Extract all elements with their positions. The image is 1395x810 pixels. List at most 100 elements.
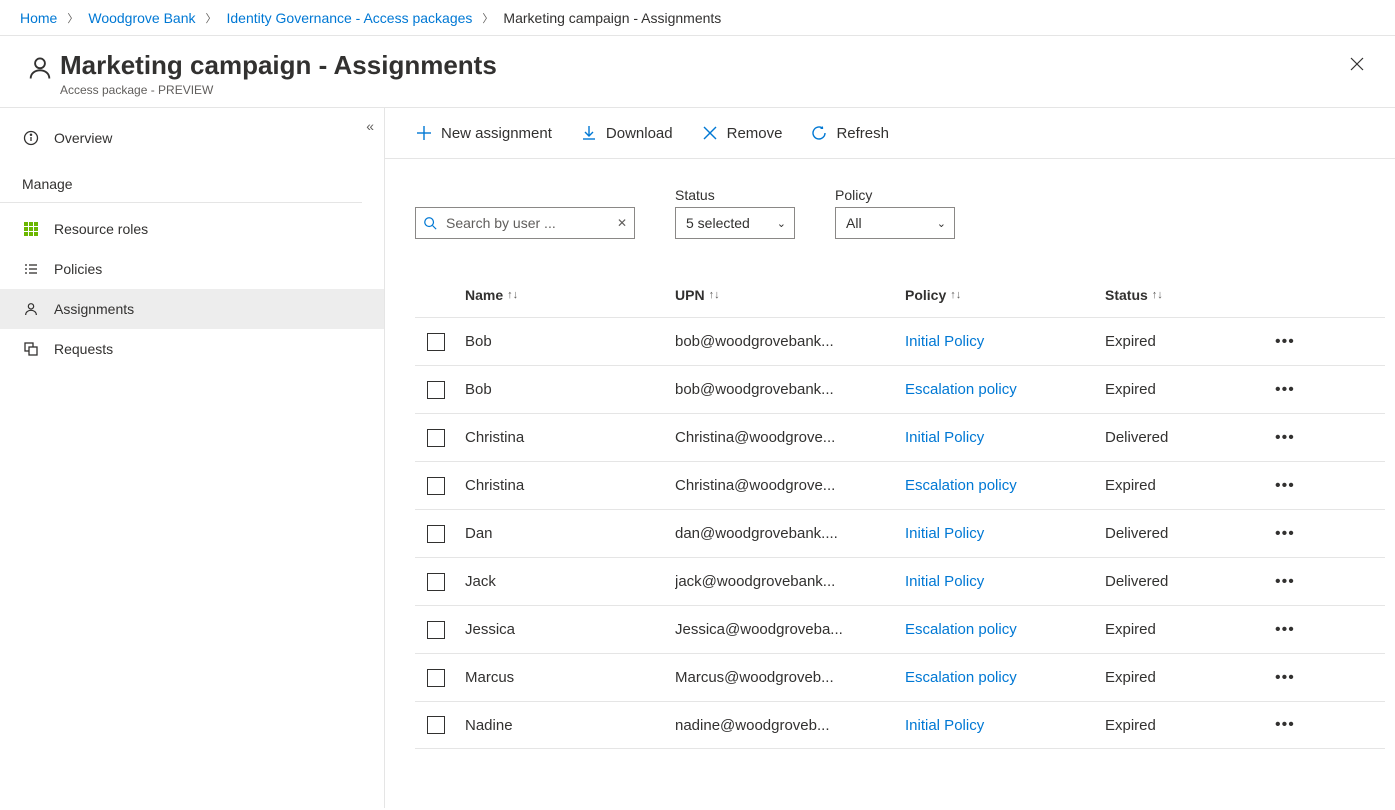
cell-policy-link[interactable]: Initial Policy <box>905 525 1105 542</box>
table-row: MarcusMarcus@woodgroveb...Escalation pol… <box>415 653 1385 701</box>
sort-icon: ↑↓ <box>507 289 518 301</box>
breadcrumb-governance[interactable]: Identity Governance - Access packages <box>227 10 473 26</box>
sidebar-item-resource-roles[interactable]: Resource roles <box>0 209 384 249</box>
cell-status: Expired <box>1105 381 1275 398</box>
table-row: Nadinenadine@woodgroveb...Initial Policy… <box>415 701 1385 749</box>
filter-bar: ✕ Status 5 selected ⌄ Policy All ⌄ <box>385 159 1395 249</box>
person-icon <box>26 54 54 82</box>
cell-policy-link[interactable]: Initial Policy <box>905 333 1105 350</box>
cell-upn: jack@woodgrovebank... <box>675 573 905 590</box>
sidebar-item-assignments[interactable]: Assignments <box>0 289 384 329</box>
chevron-right-icon: 〉 <box>206 10 217 26</box>
row-more-button[interactable]: ••• <box>1275 669 1335 687</box>
page-header: Marketing campaign - Assignments Access … <box>0 36 1395 108</box>
cell-policy-link[interactable]: Escalation policy <box>905 669 1105 686</box>
search-wrapper: ✕ <box>415 207 635 239</box>
cell-status: Expired <box>1105 477 1275 494</box>
new-assignment-button[interactable]: New assignment <box>415 124 552 142</box>
cell-upn: dan@woodgrovebank.... <box>675 525 905 542</box>
cell-upn: nadine@woodgroveb... <box>675 717 905 734</box>
row-checkbox[interactable] <box>427 669 445 687</box>
cell-policy-link[interactable]: Escalation policy <box>905 621 1105 638</box>
row-checkbox[interactable] <box>427 333 445 351</box>
page-title: Marketing campaign - Assignments <box>60 50 1339 81</box>
cell-name: Jessica <box>465 621 675 638</box>
table-row: ChristinaChristina@woodgrove...Initial P… <box>415 413 1385 461</box>
assignments-table: Name↑↓ UPN↑↓ Policy↑↓ Status↑↓ Bobbob@wo… <box>415 273 1385 749</box>
column-header-name[interactable]: Name↑↓ <box>465 287 675 303</box>
command-bar: New assignment Download Remove Refresh <box>385 108 1395 159</box>
chevron-right-icon: 〉 <box>482 10 493 26</box>
cell-policy-link[interactable]: Initial Policy <box>905 717 1105 734</box>
command-label: Download <box>606 125 673 142</box>
close-button[interactable] <box>1339 50 1375 78</box>
column-header-status[interactable]: Status↑↓ <box>1105 287 1275 303</box>
cell-status: Delivered <box>1105 525 1275 542</box>
row-more-button[interactable]: ••• <box>1275 381 1335 399</box>
cell-name: Christina <box>465 477 675 494</box>
row-more-button[interactable]: ••• <box>1275 477 1335 495</box>
cell-name: Jack <box>465 573 675 590</box>
sidebar-item-label: Requests <box>54 341 113 357</box>
row-more-button[interactable]: ••• <box>1275 429 1335 447</box>
cell-status: Expired <box>1105 669 1275 686</box>
cell-policy-link[interactable]: Initial Policy <box>905 429 1105 446</box>
breadcrumb-tenant[interactable]: Woodgrove Bank <box>88 10 195 26</box>
grid-icon <box>22 220 40 238</box>
row-checkbox[interactable] <box>427 477 445 495</box>
person-icon <box>22 300 40 318</box>
sidebar-item-requests[interactable]: Requests <box>0 329 384 369</box>
clear-search-button[interactable]: ✕ <box>617 216 627 230</box>
cell-upn: Christina@woodgrove... <box>675 429 905 446</box>
dropdown-value: 5 selected <box>686 215 750 231</box>
status-filter-dropdown[interactable]: 5 selected ⌄ <box>675 207 795 239</box>
remove-button[interactable]: Remove <box>701 124 783 142</box>
column-header-upn[interactable]: UPN↑↓ <box>675 287 905 303</box>
chevron-down-icon: ⌄ <box>937 217 946 230</box>
chevron-right-icon: 〉 <box>67 10 78 26</box>
download-button[interactable]: Download <box>580 124 673 142</box>
cell-policy-link[interactable]: Escalation policy <box>905 477 1105 494</box>
page-subtitle: Access package - PREVIEW <box>60 83 1339 97</box>
sidebar-item-label: Policies <box>54 261 102 277</box>
column-header-policy[interactable]: Policy↑↓ <box>905 287 1105 303</box>
row-more-button[interactable]: ••• <box>1275 573 1335 591</box>
command-label: Remove <box>727 125 783 142</box>
breadcrumb-home[interactable]: Home <box>20 10 57 26</box>
policy-filter-dropdown[interactable]: All ⌄ <box>835 207 955 239</box>
row-more-button[interactable]: ••• <box>1275 333 1335 351</box>
cell-upn: Christina@woodgrove... <box>675 477 905 494</box>
refresh-button[interactable]: Refresh <box>810 124 889 142</box>
row-checkbox[interactable] <box>427 381 445 399</box>
sort-icon: ↑↓ <box>950 289 961 301</box>
cell-upn: bob@woodgrovebank... <box>675 381 905 398</box>
cell-status: Delivered <box>1105 429 1275 446</box>
table-row: JessicaJessica@woodgroveba...Escalation … <box>415 605 1385 653</box>
row-more-button[interactable]: ••• <box>1275 621 1335 639</box>
row-checkbox[interactable] <box>427 716 445 734</box>
status-filter-label: Status <box>675 187 795 203</box>
row-more-button[interactable]: ••• <box>1275 525 1335 543</box>
dropdown-value: All <box>846 215 862 231</box>
cell-policy-link[interactable]: Initial Policy <box>905 573 1105 590</box>
sidebar-item-policies[interactable]: Policies <box>0 249 384 289</box>
row-checkbox[interactable] <box>427 621 445 639</box>
table-row: Bobbob@woodgrovebank...Escalation policy… <box>415 365 1385 413</box>
row-more-button[interactable]: ••• <box>1275 716 1335 734</box>
row-checkbox[interactable] <box>427 429 445 447</box>
table-row: Dandan@woodgrovebank....Initial PolicyDe… <box>415 509 1385 557</box>
table-row: ChristinaChristina@woodgrove...Escalatio… <box>415 461 1385 509</box>
cell-status: Expired <box>1105 333 1275 350</box>
row-checkbox[interactable] <box>427 525 445 543</box>
cell-policy-link[interactable]: Escalation policy <box>905 381 1105 398</box>
cell-name: Bob <box>465 381 675 398</box>
content: New assignment Download Remove Refresh <box>385 108 1395 808</box>
collapse-sidebar-button[interactable]: « <box>366 118 374 134</box>
search-input[interactable] <box>415 207 635 239</box>
download-icon <box>580 124 598 142</box>
plus-icon <box>415 124 433 142</box>
sidebar-item-label: Resource roles <box>54 221 148 237</box>
row-checkbox[interactable] <box>427 573 445 591</box>
sidebar-item-overview[interactable]: Overview <box>0 118 384 158</box>
table-row: Jackjack@woodgrovebank...Initial PolicyD… <box>415 557 1385 605</box>
